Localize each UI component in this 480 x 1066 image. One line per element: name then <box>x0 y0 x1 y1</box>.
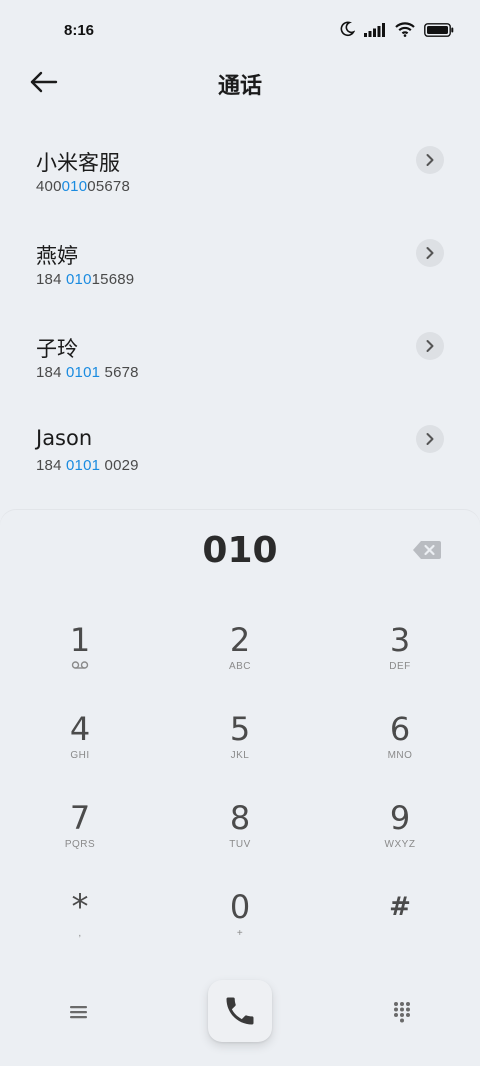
number-suffix: 5678 <box>100 364 139 381</box>
battery-icon <box>424 22 454 41</box>
wifi-icon <box>395 21 415 41</box>
phone-icon <box>226 997 254 1025</box>
status-icons <box>339 21 454 41</box>
key-digit: 5 <box>229 710 251 748</box>
key-8[interactable]: 8 TUV <box>160 798 320 886</box>
key-digit: 2 <box>229 621 251 659</box>
contact-name: 燕婷 <box>36 244 78 268</box>
contact-item[interactable]: 燕婷 184 01015689 <box>0 211 480 304</box>
contact-detail-button[interactable] <box>416 239 444 267</box>
menu-button[interactable] <box>64 1000 92 1024</box>
voicemail-icon <box>0 660 160 674</box>
key-digit: 6 <box>389 710 411 748</box>
keypad-grid-icon <box>394 1002 410 1023</box>
number-match: 010 <box>66 271 92 288</box>
contact-number: 40001005678 <box>36 178 130 195</box>
contact-detail-button[interactable] <box>416 425 444 453</box>
status-bar: 8:16 <box>0 0 480 62</box>
key-2[interactable]: 2 ABC <box>160 620 320 708</box>
key-digit: 3 <box>389 621 411 659</box>
key-letters: GHI <box>70 750 90 761</box>
key-hash[interactable]: # <box>320 887 480 975</box>
key-3[interactable]: 3 DEF <box>320 620 480 708</box>
key-4[interactable]: 4 GHI <box>0 709 160 797</box>
chevron-right-icon <box>426 340 434 352</box>
key-6[interactable]: 6 MNO <box>320 709 480 797</box>
key-0[interactable]: 0 + <box>160 887 320 975</box>
key-letters: WXYZ <box>384 839 416 850</box>
moon-icon <box>339 21 356 41</box>
contact-name: 子玲 <box>36 337 78 361</box>
chevron-right-icon <box>426 154 434 166</box>
key-9[interactable]: 9 WXYZ <box>320 798 480 886</box>
key-7[interactable]: 7 PQRS <box>0 798 160 886</box>
key-letters: + <box>236 928 244 939</box>
contact-number: 184 01015689 <box>36 271 134 288</box>
contact-item[interactable]: Jason 184 0101 0029 <box>0 397 480 490</box>
keypad-toggle-button[interactable] <box>388 998 416 1026</box>
key-digit: 4 <box>69 710 91 748</box>
number-suffix: 05678 <box>87 178 130 195</box>
key-1[interactable]: 1 <box>0 620 160 708</box>
signal-icon <box>364 22 386 41</box>
number-prefix: 400 <box>36 178 62 195</box>
dial-input[interactable]: 010 <box>0 530 480 571</box>
call-button[interactable] <box>208 980 272 1042</box>
contact-item[interactable]: 子玲 184 0101 5678 <box>0 304 480 397</box>
contact-list: 小米客服 40001005678 燕婷 184 01015689 子玲 184 … <box>0 118 480 490</box>
chevron-right-icon <box>426 433 434 445</box>
key-letters: ABC <box>228 661 252 672</box>
key-digit: * <box>71 887 89 927</box>
key-letters: MNO <box>387 750 413 761</box>
key-letters <box>320 927 480 941</box>
number-match: 0101 <box>66 364 101 381</box>
contact-name: 小米客服 <box>36 151 120 175</box>
backspace-icon <box>413 541 441 559</box>
backspace-button[interactable] <box>412 540 442 560</box>
key-5[interactable]: 5 JKL <box>160 709 320 797</box>
number-prefix: 184 <box>36 364 66 381</box>
number-suffix: 15689 <box>91 271 135 288</box>
key-digit: 8 <box>229 799 251 837</box>
key-digit: 1 <box>69 621 91 659</box>
key-digit: 9 <box>389 799 411 837</box>
key-letters: , <box>78 928 82 939</box>
status-time: 8:16 <box>64 22 95 39</box>
number-match: 010 <box>61 178 88 195</box>
key-digit: 0 <box>229 888 251 926</box>
menu-icon <box>70 1006 87 1019</box>
key-letters: JKL <box>230 750 250 761</box>
key-star[interactable]: *, <box>0 887 160 975</box>
header: 通话 <box>0 62 480 104</box>
key-letters: PQRS <box>64 839 96 850</box>
key-letters: DEF <box>389 661 411 672</box>
contact-item[interactable]: 小米客服 40001005678 <box>0 118 480 211</box>
chevron-right-icon <box>426 247 434 259</box>
contact-detail-button[interactable] <box>416 146 444 174</box>
key-digit: # <box>389 892 411 922</box>
number-suffix: 0029 <box>100 457 139 474</box>
contact-name: Jason <box>36 426 93 450</box>
page-title: 通话 <box>217 74 262 99</box>
contact-number: 184 0101 5678 <box>36 364 139 381</box>
number-match: 0101 <box>66 457 101 474</box>
contact-detail-button[interactable] <box>416 332 444 360</box>
key-digit: 7 <box>69 799 91 837</box>
key-letters: TUV <box>229 839 251 850</box>
bottom-bar <box>0 980 480 1044</box>
number-prefix: 184 <box>36 457 66 474</box>
contact-number: 184 0101 0029 <box>36 457 139 474</box>
number-prefix: 184 <box>36 271 66 288</box>
